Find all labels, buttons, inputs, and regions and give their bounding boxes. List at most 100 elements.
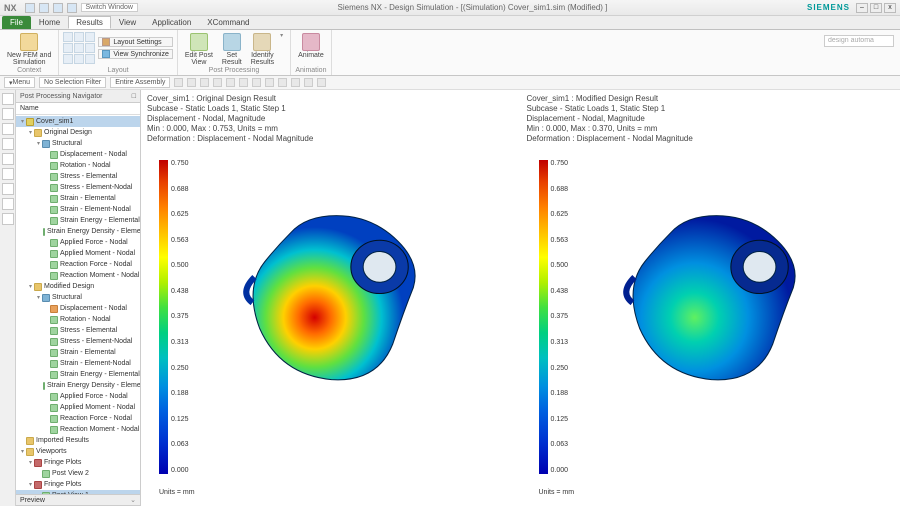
- layout-1-icon[interactable]: [63, 32, 73, 42]
- tree-node[interactable]: Strain Energy - Elemental: [16, 215, 140, 226]
- res-post-icon[interactable]: [2, 138, 14, 150]
- navigator-tree[interactable]: ▾Cover_sim1▾Original Design▾StructuralDi…: [16, 115, 140, 494]
- layout-5-icon[interactable]: [74, 43, 84, 53]
- navigator-column-header[interactable]: Name: [16, 103, 140, 115]
- switch-window-dropdown[interactable]: Switch Window: [81, 3, 138, 12]
- layout-settings-button[interactable]: Layout Settings: [98, 37, 173, 47]
- res-roles-icon[interactable]: [2, 168, 14, 180]
- new-fem-sim-button[interactable]: New FEM and Simulation: [4, 32, 54, 67]
- tree-node[interactable]: ▾Viewports: [16, 446, 140, 457]
- sel-ic-12[interactable]: [317, 78, 326, 87]
- sel-ic-1[interactable]: [174, 78, 183, 87]
- twistie-icon[interactable]: ▾: [19, 448, 26, 455]
- res-sim-icon[interactable]: [2, 123, 14, 135]
- qat-save-icon[interactable]: [25, 3, 35, 13]
- qat-redo-icon[interactable]: [53, 3, 63, 13]
- tree-node[interactable]: Strain - Element-Nodal: [16, 204, 140, 215]
- tree-node[interactable]: Stress - Element-Nodal: [16, 182, 140, 193]
- tree-node[interactable]: Displacement - Nodal: [16, 303, 140, 314]
- tree-node[interactable]: Strain - Elemental: [16, 193, 140, 204]
- tree-node[interactable]: Reaction Moment - Nodal: [16, 424, 140, 435]
- sel-ic-10[interactable]: [291, 78, 300, 87]
- res-ic-9[interactable]: [2, 213, 14, 225]
- qat-undo-icon[interactable]: [39, 3, 49, 13]
- tree-node[interactable]: Strain Energy Density - Elemental: [16, 226, 140, 237]
- view-sync-button[interactable]: View Synchronize: [98, 49, 173, 59]
- tree-node[interactable]: ▾Structural: [16, 138, 140, 149]
- menu-dropdown[interactable]: ▾ Menu: [4, 77, 35, 88]
- tree-node[interactable]: Stress - Element-Nodal: [16, 336, 140, 347]
- assembly-scope-dropdown[interactable]: Entire Assembly: [110, 77, 170, 88]
- sel-ic-8[interactable]: [265, 78, 274, 87]
- sel-ic-6[interactable]: [239, 78, 248, 87]
- fem-part-right[interactable]: [609, 190, 824, 395]
- edit-post-view-button[interactable]: Edit Post View: [182, 32, 216, 67]
- res-ic-8[interactable]: [2, 198, 14, 210]
- tree-node[interactable]: Strain Energy - Elemental: [16, 369, 140, 380]
- tab-application[interactable]: Application: [144, 16, 199, 29]
- res-history-icon[interactable]: [2, 153, 14, 165]
- animate-button[interactable]: Animate: [295, 32, 327, 60]
- twistie-icon[interactable]: ▾: [35, 140, 42, 147]
- tree-node[interactable]: Applied Moment - Nodal: [16, 248, 140, 259]
- twistie-icon[interactable]: ▾: [27, 481, 34, 488]
- tab-file[interactable]: File: [2, 16, 31, 29]
- set-result-button[interactable]: Set Result: [219, 32, 245, 67]
- twistie-icon[interactable]: ▾: [19, 118, 26, 125]
- twistie-icon[interactable]: ▾: [27, 459, 34, 466]
- tree-node[interactable]: Stress - Elemental: [16, 325, 140, 336]
- viewport-left[interactable]: Cover_sim1 : Original Design Result Subc…: [141, 90, 521, 506]
- tree-node[interactable]: Reaction Moment - Nodal: [16, 270, 140, 281]
- maximize-button[interactable]: □: [870, 3, 882, 13]
- sel-ic-9[interactable]: [278, 78, 287, 87]
- sel-ic-2[interactable]: [187, 78, 196, 87]
- tree-node[interactable]: Stress - Elemental: [16, 171, 140, 182]
- minimize-button[interactable]: –: [856, 3, 868, 13]
- sel-ic-7[interactable]: [252, 78, 261, 87]
- tree-node[interactable]: Strain - Elemental: [16, 347, 140, 358]
- tree-node[interactable]: Applied Force - Nodal: [16, 237, 140, 248]
- twistie-icon[interactable]: ▾: [35, 294, 42, 301]
- selection-filter-dropdown[interactable]: No Selection Filter: [39, 77, 106, 88]
- tree-node[interactable]: Applied Moment - Nodal: [16, 402, 140, 413]
- tab-xcommand[interactable]: XCommand: [199, 16, 257, 29]
- graphics-viewport[interactable]: Cover_sim1 : Original Design Result Subc…: [141, 90, 900, 506]
- tree-node[interactable]: Strain - Element-Nodal: [16, 358, 140, 369]
- sel-ic-3[interactable]: [200, 78, 209, 87]
- sel-ic-11[interactable]: [304, 78, 313, 87]
- tab-view[interactable]: View: [111, 16, 144, 29]
- tree-node[interactable]: Post View 2: [16, 468, 140, 479]
- command-search-input[interactable]: [824, 35, 894, 47]
- close-button[interactable]: x: [884, 3, 896, 13]
- layout-2-icon[interactable]: [74, 32, 84, 42]
- tree-node[interactable]: Displacement - Nodal: [16, 149, 140, 160]
- tree-node[interactable]: Reaction Force - Nodal: [16, 413, 140, 424]
- viewport-right[interactable]: Cover_sim1 : Modified Design Result Subc…: [521, 90, 900, 506]
- tree-node[interactable]: ▾Fringe Plots: [16, 479, 140, 490]
- tree-node[interactable]: ▾Cover_sim1: [16, 116, 140, 127]
- layout-4-icon[interactable]: [63, 43, 73, 53]
- tree-node[interactable]: ▾Structural: [16, 292, 140, 303]
- layout-8-icon[interactable]: [74, 54, 84, 64]
- tree-node[interactable]: Rotation - Nodal: [16, 314, 140, 325]
- fem-part-left[interactable]: [229, 190, 444, 395]
- navigator-close-icon[interactable]: □: [132, 93, 136, 100]
- tree-node[interactable]: Rotation - Nodal: [16, 160, 140, 171]
- layout-3-icon[interactable]: [85, 32, 95, 42]
- twistie-icon[interactable]: ▾: [27, 283, 34, 290]
- tree-node[interactable]: ▾Original Design: [16, 127, 140, 138]
- tree-node[interactable]: ▾Modified Design: [16, 281, 140, 292]
- res-nav-icon[interactable]: [2, 93, 14, 105]
- tree-node[interactable]: ▾Fringe Plots: [16, 457, 140, 468]
- res-help-icon[interactable]: [2, 183, 14, 195]
- tree-node[interactable]: Strain Energy Density - Elemental: [16, 380, 140, 391]
- preview-section[interactable]: Preview⌄: [16, 494, 140, 506]
- qat-cut-icon[interactable]: [67, 3, 77, 13]
- post-overflow-icon[interactable]: ▾: [280, 32, 286, 38]
- tree-node[interactable]: Imported Results: [16, 435, 140, 446]
- layout-9-icon[interactable]: [85, 54, 95, 64]
- res-part-icon[interactable]: [2, 108, 14, 120]
- tab-results[interactable]: Results: [68, 16, 111, 29]
- layout-7-icon[interactable]: [63, 54, 73, 64]
- identify-results-button[interactable]: Identify Results: [248, 32, 277, 67]
